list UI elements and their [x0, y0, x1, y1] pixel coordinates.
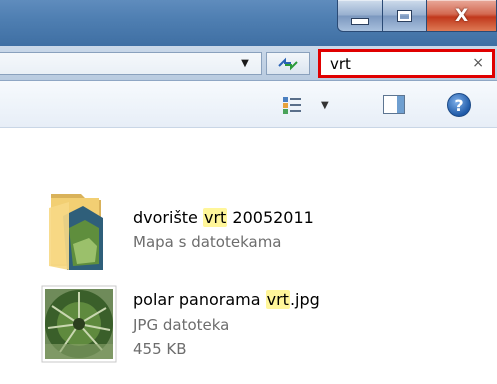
- maximize-icon: [397, 9, 412, 22]
- minimize-icon: [351, 18, 369, 25]
- close-icon: X: [454, 5, 469, 26]
- refresh-button[interactable]: [266, 52, 310, 75]
- result-kind: JPG datoteka: [133, 316, 230, 334]
- result-name: dvorište vrt 20052011: [133, 208, 314, 227]
- result-item[interactable]: polar panorama vrt.jpg JPG datoteka 455 …: [0, 284, 497, 368]
- search-highlight: vrt: [265, 290, 290, 309]
- search-highlight: vrt: [202, 208, 228, 227]
- views-dropdown-icon[interactable]: ▼: [321, 100, 329, 111]
- refresh-arrows-icon: [278, 57, 298, 70]
- change-view-button[interactable]: ▼: [283, 94, 335, 116]
- search-box[interactable]: vrt ×: [318, 49, 495, 78]
- result-kind: Mapa s datotekama: [133, 233, 282, 251]
- command-bar: ▼ ?: [0, 81, 497, 128]
- search-input[interactable]: vrt: [330, 55, 351, 73]
- maximize-button[interactable]: [383, 0, 427, 32]
- result-item[interactable]: dvorište vrt 20052011 Mapa s datotekama: [0, 186, 497, 274]
- minimize-button[interactable]: [337, 0, 383, 32]
- result-name: polar panorama vrt.jpg: [133, 290, 320, 309]
- address-strip: ▼ vrt ×: [0, 46, 497, 81]
- photo-thumbnail-icon: [41, 285, 117, 363]
- window-titlebar[interactable]: X: [0, 0, 497, 46]
- folder-icon: [49, 194, 103, 270]
- address-bar[interactable]: ▼: [0, 52, 262, 75]
- help-button[interactable]: ?: [447, 93, 471, 117]
- chevron-down-icon[interactable]: ▼: [230, 53, 260, 74]
- help-icon: ?: [454, 95, 464, 115]
- caption-buttons: X: [337, 0, 497, 36]
- close-button[interactable]: X: [427, 0, 497, 32]
- change-view-icon: [283, 96, 301, 114]
- preview-pane-button[interactable]: [383, 95, 405, 114]
- result-size: 455 KB: [133, 340, 187, 358]
- clear-search-icon[interactable]: ×: [472, 55, 484, 71]
